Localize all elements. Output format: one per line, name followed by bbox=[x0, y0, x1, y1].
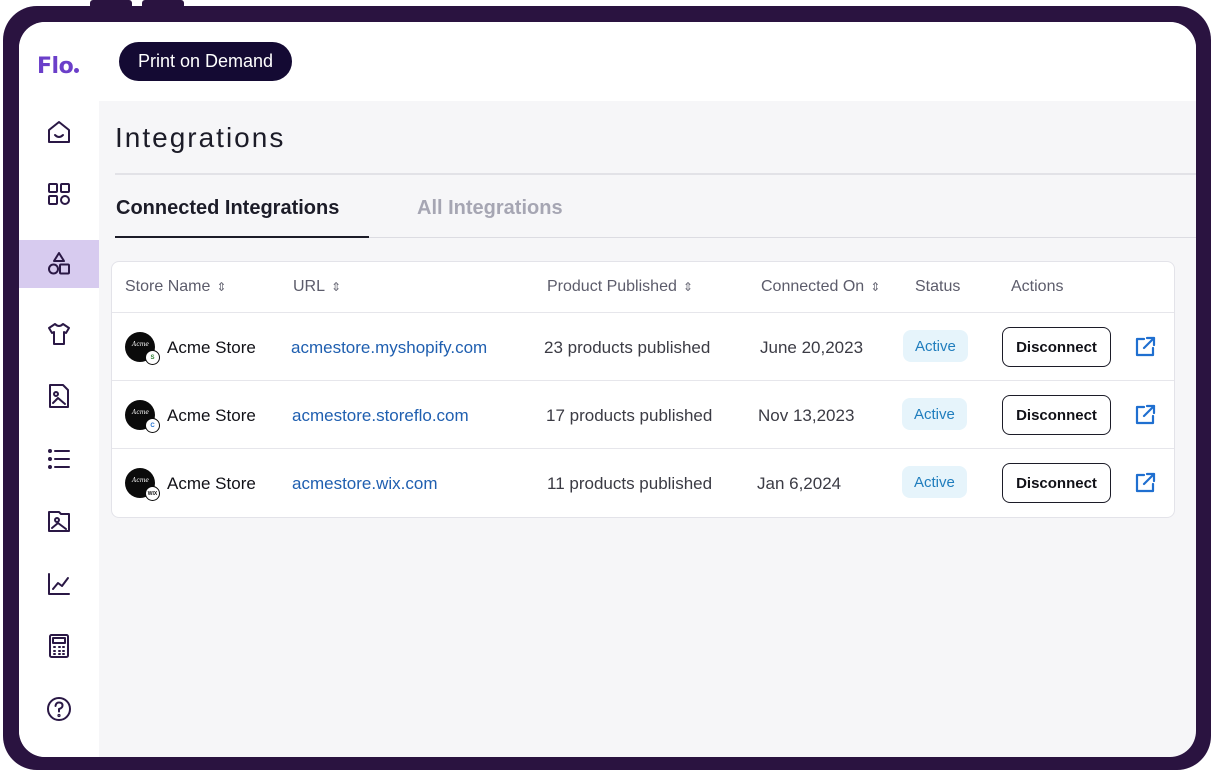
table-row: Acme C Acme Store acmestore.storeflo.com… bbox=[112, 381, 1174, 449]
connected-date: Jan 6,2024 bbox=[757, 474, 842, 493]
sort-icon[interactable]: ⇕ bbox=[216, 281, 226, 293]
device-top-button bbox=[90, 0, 132, 7]
table-row: Acme S Acme Store acmestore.myshopify.co… bbox=[112, 313, 1174, 381]
nav-dashboard[interactable] bbox=[19, 170, 99, 218]
products-published: 23 products published bbox=[544, 338, 711, 357]
table-header: Store Name ⇕ URL ⇕ Product Published ⇕ C… bbox=[112, 262, 1174, 313]
open-external-button[interactable] bbox=[1133, 471, 1157, 495]
nav-help[interactable] bbox=[19, 685, 99, 733]
status-badge: Active bbox=[902, 466, 967, 498]
store-avatar: Acme WIX bbox=[125, 468, 160, 501]
sort-icon[interactable]: ⇕ bbox=[870, 281, 880, 293]
column-label: Product Published bbox=[547, 278, 677, 295]
grid-icon bbox=[48, 183, 70, 205]
products-published: 11 products published bbox=[547, 474, 713, 493]
tshirt-icon bbox=[48, 323, 70, 345]
column-header-url[interactable]: URL ⇕ bbox=[293, 278, 341, 296]
nav-home[interactable] bbox=[19, 108, 99, 156]
store-avatar: Acme C bbox=[125, 400, 160, 433]
external-link-icon bbox=[1135, 404, 1156, 425]
store-url-link[interactable]: acmestore.storeflo.com bbox=[292, 406, 469, 426]
tab-all-integrations[interactable]: All Integrations bbox=[417, 197, 563, 220]
status-badge: Active bbox=[902, 398, 967, 430]
nav-analytics[interactable] bbox=[19, 560, 99, 608]
nav-products[interactable] bbox=[19, 310, 99, 358]
table-row: Acme WIX Acme Store acmestore.wix.com 11… bbox=[112, 449, 1174, 517]
sort-icon[interactable]: ⇕ bbox=[683, 281, 693, 293]
status-badge: Active bbox=[903, 330, 968, 362]
external-link-icon bbox=[1135, 472, 1156, 493]
gallery-icon bbox=[48, 511, 70, 532]
device-top-button bbox=[142, 0, 184, 7]
home-icon bbox=[48, 121, 70, 143]
products-published: 17 products published bbox=[546, 406, 713, 425]
disconnect-button[interactable]: Disconnect bbox=[1002, 395, 1111, 435]
open-external-button[interactable] bbox=[1133, 335, 1157, 359]
nav-orders[interactable] bbox=[19, 435, 99, 483]
column-label: Store Name bbox=[125, 278, 211, 295]
store-name: Acme Store bbox=[167, 474, 256, 493]
chart-icon bbox=[48, 573, 70, 595]
open-external-button[interactable] bbox=[1133, 403, 1157, 427]
store-url-link[interactable]: acmestore.wix.com bbox=[292, 474, 437, 494]
top-bar: Print on Demand bbox=[99, 22, 1196, 101]
store-avatar: Acme S bbox=[125, 332, 160, 365]
integrations-table: Store Name ⇕ URL ⇕ Product Published ⇕ C… bbox=[111, 261, 1175, 518]
external-link-icon bbox=[1135, 336, 1156, 357]
connected-date: Nov 13,2023 bbox=[758, 406, 855, 425]
flo-logo[interactable]: Flo bbox=[37, 54, 80, 79]
tab-divider bbox=[369, 237, 1196, 238]
calculator-icon bbox=[49, 634, 69, 658]
column-header-product-published[interactable]: Product Published ⇕ bbox=[547, 278, 693, 296]
column-label: URL bbox=[293, 278, 326, 295]
disconnect-button[interactable]: Disconnect bbox=[1002, 327, 1111, 367]
column-label: Status bbox=[915, 278, 961, 295]
column-label: Connected On bbox=[761, 278, 865, 295]
store-name: Acme Store bbox=[167, 406, 256, 425]
image-file-icon bbox=[49, 384, 69, 408]
sort-icon[interactable]: ⇕ bbox=[331, 281, 341, 293]
store-url-link[interactable]: acmestore.myshopify.com bbox=[291, 338, 487, 358]
store-name: Acme Store bbox=[167, 338, 256, 357]
sidebar: Flo bbox=[19, 22, 99, 757]
nav-integrations[interactable] bbox=[19, 240, 99, 288]
nav-gallery[interactable] bbox=[19, 497, 99, 545]
shapes-icon bbox=[48, 252, 70, 275]
connected-date: June 20,2023 bbox=[760, 338, 864, 357]
title-divider bbox=[115, 173, 1196, 175]
help-icon bbox=[47, 697, 71, 721]
column-header-actions: Actions bbox=[1011, 278, 1063, 296]
column-label: Actions bbox=[1011, 278, 1064, 295]
nav-calculator[interactable] bbox=[19, 622, 99, 670]
column-header-store-name[interactable]: Store Name ⇕ bbox=[125, 278, 226, 296]
disconnect-button[interactable]: Disconnect bbox=[1002, 463, 1111, 503]
column-header-status: Status bbox=[915, 278, 960, 296]
print-on-demand-button[interactable]: Print on Demand bbox=[119, 42, 293, 81]
column-header-connected-on[interactable]: Connected On ⇕ bbox=[761, 278, 880, 296]
wix-badge-icon: WIX bbox=[145, 486, 160, 501]
list-icon bbox=[48, 449, 70, 469]
nav-designs[interactable] bbox=[19, 372, 99, 420]
shopify-badge-icon: S bbox=[145, 350, 160, 365]
storeflo-badge-icon: C bbox=[145, 418, 160, 433]
active-tab-indicator bbox=[115, 236, 369, 238]
page-title: Integrations bbox=[115, 122, 286, 153]
app-screen: Flo Print on Demand Integrations Connect… bbox=[19, 22, 1196, 757]
tab-connected-integrations[interactable]: Connected Integrations bbox=[116, 197, 339, 220]
device-side-button bbox=[3, 68, 9, 116]
